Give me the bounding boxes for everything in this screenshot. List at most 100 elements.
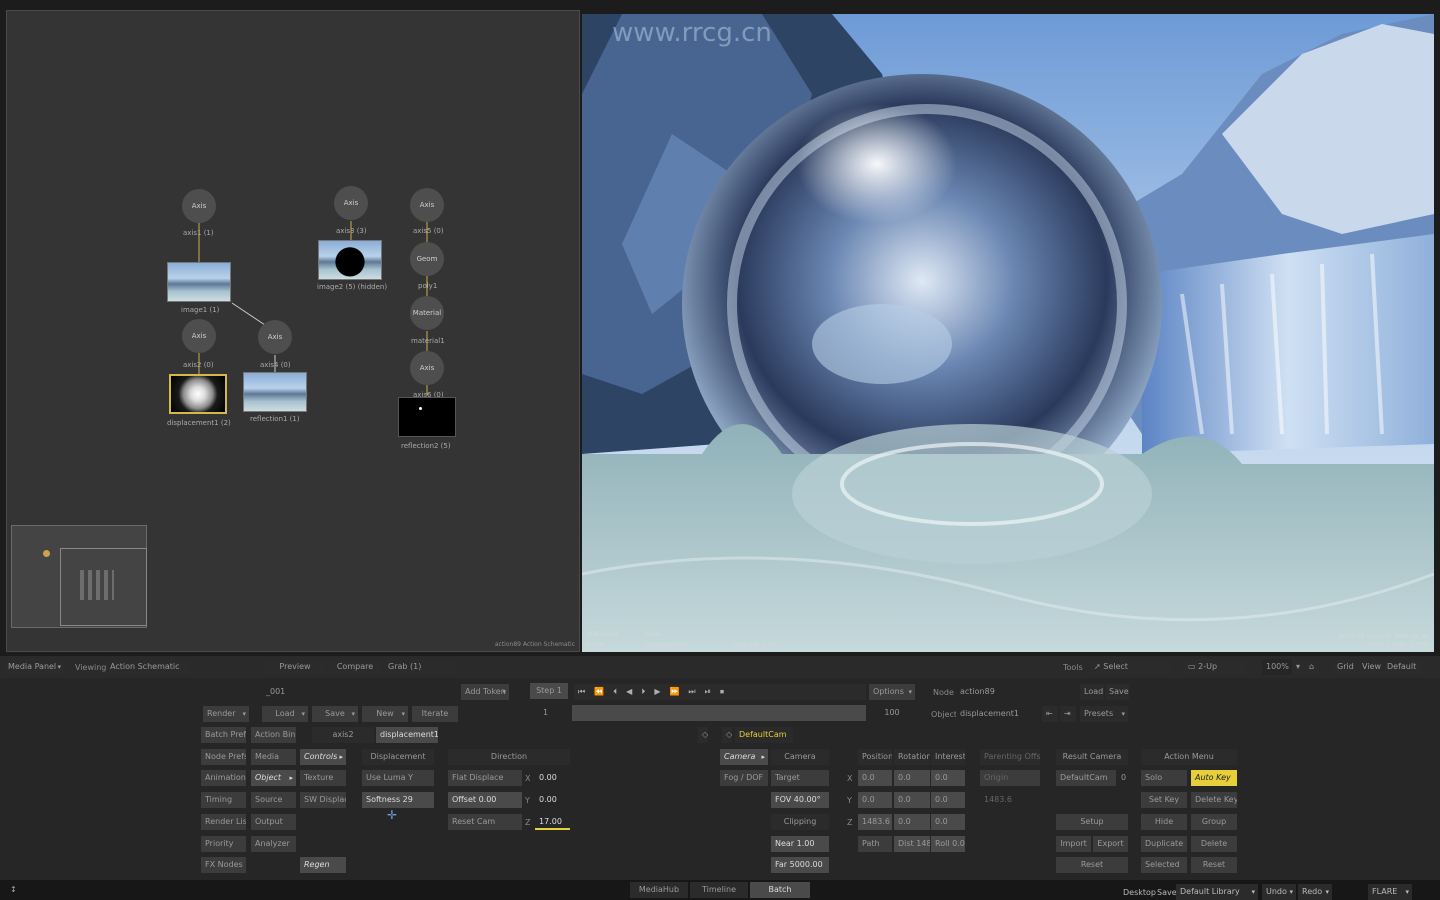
- load-button[interactable]: Load ▾: [262, 706, 308, 722]
- iterate-button[interactable]: Iterate: [412, 706, 458, 722]
- selected-button[interactable]: Selected: [1141, 857, 1187, 873]
- preview-button[interactable]: Preview: [264, 659, 326, 675]
- node-prefs-button[interactable]: Node Prefs: [201, 749, 246, 765]
- direction-z-field[interactable]: 17.00: [535, 814, 570, 830]
- position-x-field[interactable]: 0.0: [858, 770, 892, 786]
- material-node[interactable]: Material: [410, 296, 444, 330]
- analyzer-button[interactable]: Analyzer: [251, 836, 296, 852]
- softness-field[interactable]: Softness 29: [362, 792, 434, 808]
- render-button[interactable]: Render ▾: [203, 706, 249, 722]
- frame-end-field[interactable]: 100: [869, 705, 915, 721]
- defaultcam-tab[interactable]: DefaultCam: [735, 727, 793, 743]
- displacement1-node[interactable]: [169, 374, 227, 414]
- axis-node-1[interactable]: Axis: [182, 189, 216, 223]
- select-tool-button[interactable]: ➚ Select: [1090, 659, 1170, 675]
- mediahub-tab[interactable]: MediaHub: [630, 882, 688, 898]
- auto-key-button[interactable]: Auto Key: [1191, 770, 1237, 786]
- rotation-z-field[interactable]: 0.0: [894, 814, 930, 830]
- save-setup-button[interactable]: Save: [1105, 684, 1129, 700]
- hide-button[interactable]: Hide: [1141, 814, 1187, 830]
- position-z-field[interactable]: 1483.6: [858, 814, 892, 830]
- axis-node-4[interactable]: Axis: [258, 320, 292, 354]
- target-button[interactable]: Target: [771, 770, 829, 786]
- image-viewer[interactable]: www.rrcg.cn RGB mode Active Video Exposu…: [582, 14, 1434, 652]
- group-button[interactable]: Group: [1191, 814, 1237, 830]
- animation-button[interactable]: Animation: [201, 770, 246, 786]
- interest-y-field[interactable]: 0.0: [931, 792, 965, 808]
- camera-tab[interactable]: Camera ▸: [720, 749, 768, 765]
- home-button[interactable]: ⌂: [1305, 659, 1319, 675]
- delete-key-button[interactable]: Delete Key: [1191, 792, 1237, 808]
- distance-field[interactable]: Dist 1483: [894, 836, 930, 852]
- timing-button[interactable]: Timing: [201, 792, 246, 808]
- timeline-tab[interactable]: Timeline: [690, 882, 748, 898]
- timeline-slider[interactable]: [572, 705, 866, 721]
- load-setup-button[interactable]: Load: [1080, 684, 1104, 700]
- image1-node[interactable]: [167, 262, 231, 302]
- geom-node[interactable]: Geom: [410, 242, 444, 276]
- tab-displacement1[interactable]: displacement1: [376, 727, 438, 743]
- controls-button[interactable]: Controls ▸: [300, 749, 346, 765]
- regen-button[interactable]: Regen: [300, 857, 346, 873]
- origin-value-field[interactable]: 1483.6: [980, 792, 1040, 808]
- reset-button[interactable]: Reset: [1056, 857, 1128, 873]
- action-bin-button[interactable]: Action Bin: [251, 727, 296, 743]
- object-button[interactable]: Object ▸: [251, 770, 296, 786]
- fog-dof-button[interactable]: Fog / DOF: [720, 770, 768, 786]
- axis-node-3[interactable]: Axis: [334, 186, 368, 220]
- transport-controls[interactable]: ⏮⏪⏴◀⏵▶⏩⏭⏯⏹: [574, 684, 866, 700]
- prev-object-button[interactable]: ⇤: [1042, 706, 1058, 722]
- grid-button[interactable]: Grid: [1333, 659, 1357, 675]
- name-field[interactable]: _001: [262, 684, 458, 700]
- tab-axis2[interactable]: axis2: [312, 727, 374, 743]
- far-field[interactable]: Far 5000.00: [771, 857, 829, 873]
- direction-y-field[interactable]: 0.00: [535, 792, 570, 808]
- presets-dropdown[interactable]: Presets ▾: [1080, 706, 1128, 722]
- reflection1-node[interactable]: [243, 372, 307, 412]
- sw-displace-button[interactable]: SW Displace: [300, 792, 346, 808]
- use-luma-button[interactable]: Use Luma Y: [362, 770, 434, 786]
- result-camera-number[interactable]: 0: [1117, 770, 1128, 786]
- render-list-button[interactable]: Render List: [201, 814, 246, 830]
- grab-button[interactable]: Grab (1): [384, 659, 456, 675]
- new-button[interactable]: New ▾: [362, 706, 408, 722]
- batch-prefs-button[interactable]: Batch Prefs: [201, 727, 246, 743]
- library-dropdown[interactable]: Default Library ▾: [1176, 884, 1258, 900]
- frame-start-field[interactable]: 1: [523, 705, 568, 721]
- near-field[interactable]: Near 1.00: [771, 836, 829, 852]
- crosshair-icon[interactable]: ✛: [387, 808, 397, 822]
- output-button[interactable]: Output: [251, 814, 296, 830]
- roll-field[interactable]: Roll 0.00: [931, 836, 965, 852]
- desktop-button[interactable]: Desktop: [1123, 888, 1156, 897]
- path-button[interactable]: Path: [858, 836, 892, 852]
- set-key-button[interactable]: Set Key: [1141, 792, 1187, 808]
- image2-node[interactable]: [318, 240, 382, 280]
- reflection2-node[interactable]: [398, 397, 456, 437]
- batch-tab[interactable]: Batch: [750, 882, 810, 898]
- fov-field[interactable]: FOV 40.00°: [771, 792, 829, 808]
- fx-nodes-button[interactable]: FX Nodes: [201, 857, 246, 873]
- axis-node-2[interactable]: Axis: [182, 319, 216, 353]
- interest-z-field[interactable]: 0.0: [931, 814, 965, 830]
- reset-cam-button[interactable]: Reset Cam: [448, 814, 522, 830]
- undo-button[interactable]: Undo ▾: [1262, 884, 1296, 900]
- rotation-x-field[interactable]: 0.0: [894, 770, 930, 786]
- result-camera-field[interactable]: DefaultCam: [1056, 770, 1116, 786]
- media-panel-dropdown[interactable]: Media Panel ▾: [4, 659, 64, 675]
- object-name-field[interactable]: displacement1: [956, 706, 1038, 722]
- delete-button[interactable]: Delete: [1191, 836, 1237, 852]
- step-button[interactable]: Step 1: [530, 683, 568, 699]
- rotation-y-field[interactable]: 0.0: [894, 792, 930, 808]
- camera-keyframe-indicator[interactable]: ◇: [722, 727, 732, 743]
- priority-button[interactable]: Priority: [201, 836, 246, 852]
- redo-button[interactable]: Redo ▾: [1298, 884, 1332, 900]
- direction-x-field[interactable]: 0.00: [535, 770, 570, 786]
- schematic-overview[interactable]: [11, 525, 147, 628]
- flat-displace-button[interactable]: Flat Displace: [448, 770, 522, 786]
- axis-node-5[interactable]: Axis: [410, 188, 444, 222]
- zoom-field[interactable]: 100%: [1262, 659, 1292, 675]
- texture-button[interactable]: Texture: [300, 770, 346, 786]
- origin-button[interactable]: Origin: [980, 770, 1040, 786]
- two-up-button[interactable]: ▭ 2-Up: [1184, 659, 1246, 675]
- export-button[interactable]: Export: [1093, 836, 1128, 852]
